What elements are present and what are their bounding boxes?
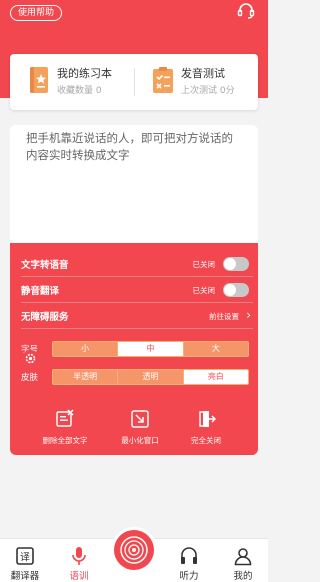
- notebook-title: 我的练习本: [57, 67, 112, 80]
- chevron-right-icon: ›: [246, 308, 251, 322]
- caption-hint: 把手机靠近说话的人，即可把对方说话的内容实时转换成文字: [26, 131, 233, 162]
- mute-toggle[interactable]: [223, 283, 249, 297]
- mute-row: 静音翻译 已关闭: [21, 277, 253, 303]
- tts-label: 文字转语音: [21, 260, 69, 271]
- font-size-row: 字号 小 中 大: [21, 339, 253, 359]
- nav-listening[interactable]: 听力: [164, 539, 214, 582]
- caption-text-area[interactable]: 把手机靠近说话的人，即可把对方说话的内容实时转换成文字: [10, 125, 258, 243]
- font-size-medium[interactable]: 中: [118, 342, 184, 356]
- pronunciation-test-entry[interactable]: 发音测试 上次测试 0分: [134, 54, 258, 110]
- test-last-score: 上次测试 0分: [181, 86, 235, 96]
- tts-row: 文字转语音 已关闭: [21, 251, 253, 277]
- toggle-knob: [224, 258, 236, 270]
- minimize-window-button[interactable]: 最小化窗口: [105, 409, 175, 453]
- accessibility-link[interactable]: 前往设置: [209, 311, 239, 322]
- headphones-icon: [181, 547, 197, 564]
- tts-status: 已关闭: [192, 260, 216, 269]
- action-bar: 删除全部文字 最小化窗口 完全关闭: [10, 409, 258, 453]
- svg-text:译: 译: [20, 552, 30, 564]
- gear-icon[interactable]: [22, 350, 39, 367]
- accessibility-row[interactable]: 无障碍服务 前往设置 ›: [21, 303, 253, 329]
- exit-icon: [199, 411, 216, 427]
- nav-translator-label: 翻译器: [10, 571, 40, 582]
- control-panel: 文字转语音 已关闭 静音翻译 已关闭 无障碍服务 前往设置 › 字号 小 中 大: [10, 243, 258, 455]
- delete-all-text-button[interactable]: 删除全部文字: [30, 409, 100, 453]
- nav-listening-label: 听力: [179, 571, 199, 582]
- skin-white[interactable]: 亮白: [183, 370, 248, 384]
- microphone-icon: [72, 547, 86, 565]
- nav-profile-label: 我的: [233, 571, 253, 582]
- skin-transparent[interactable]: 透明: [118, 370, 184, 384]
- my-notebook-entry[interactable]: 我的练习本 收藏数量 0: [10, 54, 134, 110]
- mute-status: 已关闭: [192, 286, 216, 295]
- skin-label: 皮肤: [21, 373, 39, 383]
- close-completely-button[interactable]: 完全关闭: [171, 409, 241, 453]
- translator-icon: 译: [16, 547, 34, 565]
- record-icon: [120, 536, 148, 564]
- nav-speech-training-label: 语训: [69, 571, 89, 582]
- close-completely-label: 完全关闭: [191, 436, 221, 445]
- checklist-icon: [153, 67, 173, 93]
- notebook-count: 收藏数量 0: [57, 86, 102, 96]
- profile-icon: [234, 548, 252, 566]
- delete-all-text-label: 删除全部文字: [42, 436, 88, 445]
- record-button[interactable]: [114, 530, 154, 570]
- toggle-knob: [224, 284, 236, 296]
- accessibility-label: 无障碍服务: [21, 312, 69, 323]
- skin-row: 皮肤 半透明 透明 亮白: [21, 367, 253, 387]
- skin-translucent[interactable]: 半透明: [53, 370, 119, 384]
- help-button[interactable]: 使用帮助: [10, 5, 63, 21]
- caption-panel: 把手机靠近说话的人，即可把对方说话的内容实时转换成文字 文字转语音 已关闭 静音…: [10, 125, 258, 455]
- nav-profile[interactable]: 我的: [218, 539, 268, 582]
- font-size-selector: 小 中 大: [52, 341, 249, 357]
- nav-speech-training[interactable]: 语训: [54, 539, 104, 582]
- nav-translator[interactable]: 译 翻译器: [0, 539, 50, 582]
- divider: [21, 328, 253, 329]
- font-size-large[interactable]: 大: [183, 342, 248, 356]
- minimize-window-label: 最小化窗口: [121, 436, 159, 445]
- delete-text-icon: [56, 409, 74, 427]
- skin-selector: 半透明 透明 亮白: [52, 369, 249, 385]
- test-title: 发音测试: [181, 67, 225, 80]
- practice-card: 我的练习本 收藏数量 0 发音测试 上次测试 0分: [10, 54, 258, 110]
- tts-toggle[interactable]: [223, 257, 249, 271]
- minimize-icon: [131, 410, 149, 428]
- mute-label: 静音翻译: [21, 286, 60, 297]
- headset-icon[interactable]: [236, 1, 256, 21]
- notebook-icon: [30, 67, 48, 93]
- font-size-small[interactable]: 小: [53, 342, 119, 356]
